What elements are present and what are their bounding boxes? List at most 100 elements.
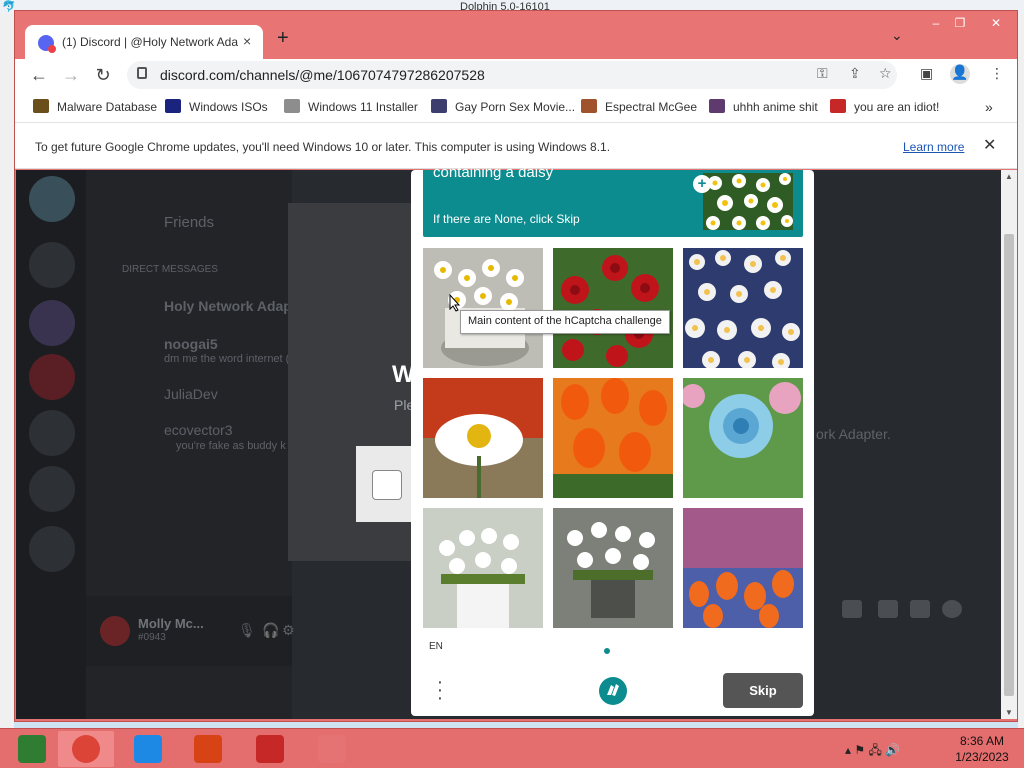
skip-button[interactable]: Skip bbox=[723, 673, 803, 708]
emoji-icon[interactable] bbox=[942, 600, 962, 618]
maximize-button[interactable]: ❐ bbox=[949, 15, 971, 31]
bookmark-item[interactable]: Windows 11 Installer bbox=[284, 99, 418, 117]
bookmarks-overflow-button[interactable]: » bbox=[985, 99, 993, 117]
server-icon[interactable] bbox=[29, 300, 75, 346]
password-key-icon[interactable]: ⚿ bbox=[817, 65, 828, 82]
profile-avatar-icon[interactable]: 👤 bbox=[950, 64, 970, 84]
infobar-message: To get future Google Chrome updates, you… bbox=[35, 140, 611, 154]
tab-close-icon[interactable]: × bbox=[243, 33, 251, 49]
dm-status: you're fake as buddy k bbox=[176, 440, 286, 452]
windows-taskbar: ▴ ⚑ 🖧 🔊 8:36 AM 1/23/2023 bbox=[0, 728, 1024, 768]
bookmark-item[interactable]: Malware Database bbox=[33, 99, 157, 117]
scroll-up-icon[interactable]: ▲ bbox=[1005, 172, 1013, 181]
url-text[interactable]: discord.com/channels/@me/106707479728620… bbox=[160, 67, 485, 83]
forward-button[interactable]: → bbox=[59, 65, 83, 86]
learn-more-link[interactable]: Learn more bbox=[903, 140, 964, 154]
hcaptcha-checkbox[interactable] bbox=[372, 470, 402, 500]
bookmark-label: Windows 11 Installer bbox=[308, 100, 418, 114]
media-player-icon bbox=[18, 735, 46, 763]
chrome-menu-icon[interactable]: ⋮ bbox=[990, 65, 1004, 82]
chrome-icon bbox=[72, 735, 100, 763]
challenge-tile-1[interactable] bbox=[423, 248, 543, 368]
bookmark-item[interactable]: Gay Porn Sex Movie... bbox=[431, 99, 575, 117]
bookmark-item[interactable]: Windows ISOs bbox=[165, 99, 268, 117]
friends-link[interactable]: Friends bbox=[164, 214, 214, 231]
gift-icon[interactable] bbox=[842, 600, 862, 618]
home-avatar[interactable] bbox=[29, 176, 75, 222]
tab-strip: – ❐ ✕ (1) Discord | @Holy Network Adapt … bbox=[15, 11, 1017, 61]
back-button[interactable]: ← bbox=[27, 65, 51, 86]
challenge-tile-2[interactable] bbox=[553, 248, 673, 368]
user-avatar[interactable] bbox=[100, 616, 130, 646]
dolphin-icon bbox=[134, 735, 162, 763]
gif-icon[interactable] bbox=[878, 600, 898, 618]
settings-gear-icon[interactable]: ⚙ bbox=[282, 622, 295, 639]
challenge-tile-6[interactable] bbox=[683, 378, 803, 498]
bookmark-label: Windows ISOs bbox=[189, 100, 268, 114]
challenge-tile-3[interactable] bbox=[683, 248, 803, 368]
side-panel-icon[interactable]: ▣ bbox=[920, 65, 933, 82]
mic-icon[interactable]: 🎙 bbox=[238, 622, 256, 639]
taskbar-clock[interactable]: 8:36 AM 1/23/2023 bbox=[940, 733, 1024, 765]
sticker-icon[interactable] bbox=[910, 600, 930, 618]
tab-discord[interactable]: (1) Discord | @Holy Network Adapt × bbox=[25, 25, 263, 61]
badge-icon bbox=[431, 99, 447, 113]
taskbar-app[interactable] bbox=[304, 731, 360, 767]
dm-name[interactable]: noogai5 bbox=[164, 336, 218, 352]
lock-icon[interactable] bbox=[137, 67, 147, 79]
challenge-tile-7[interactable] bbox=[423, 508, 543, 628]
biohazard-icon bbox=[33, 99, 49, 113]
tab-search-chevron-icon[interactable]: ⌄ bbox=[891, 27, 903, 44]
address-bar[interactable]: discord.com/channels/@me/106707479728620… bbox=[127, 61, 897, 89]
page-scrollbar[interactable]: ▲ ▼ bbox=[1001, 170, 1017, 719]
mouse-cursor-icon bbox=[449, 294, 461, 312]
challenge-tile-5[interactable] bbox=[553, 378, 673, 498]
taskbar-app[interactable] bbox=[58, 731, 114, 767]
powerpoint-icon bbox=[194, 735, 222, 763]
close-window-button[interactable]: ✕ bbox=[985, 15, 1007, 31]
bookmark-item[interactable]: uhhh anime shit bbox=[709, 99, 818, 117]
server-icon[interactable] bbox=[29, 354, 75, 400]
challenge-tile-8[interactable] bbox=[553, 508, 673, 628]
new-tab-button[interactable]: + bbox=[277, 27, 289, 50]
challenge-tile-4[interactable] bbox=[423, 378, 543, 498]
anime-icon bbox=[709, 99, 725, 113]
infobar-close-icon[interactable]: ✕ bbox=[983, 135, 996, 155]
installer-icon bbox=[284, 99, 300, 113]
scrollbar-thumb[interactable] bbox=[1004, 234, 1014, 696]
minimize-button[interactable]: – bbox=[925, 15, 947, 31]
x-icon bbox=[165, 99, 181, 113]
taskbar-app[interactable] bbox=[242, 731, 298, 767]
bookmark-label: Malware Database bbox=[57, 100, 158, 114]
dm-name[interactable]: JuliaDev bbox=[164, 386, 218, 402]
avatar-icon bbox=[581, 99, 597, 113]
server-list bbox=[16, 170, 86, 719]
headphones-icon[interactable]: 🎧 bbox=[262, 622, 279, 639]
dm-name[interactable]: Holy Network Adapt bbox=[164, 298, 297, 314]
add-server-icon[interactable] bbox=[29, 410, 75, 456]
example-image bbox=[703, 173, 793, 230]
bookmark-item[interactable]: Espectral McGee bbox=[581, 99, 697, 117]
taskbar-app[interactable] bbox=[120, 731, 176, 767]
language-selector[interactable]: EN bbox=[429, 641, 443, 652]
server-icon[interactable] bbox=[29, 242, 75, 288]
explore-servers-icon[interactable] bbox=[29, 466, 75, 512]
dm-name[interactable]: ecovector3 bbox=[164, 422, 232, 438]
bookmark-label: Gay Porn Sex Movie... bbox=[455, 100, 576, 114]
reload-button[interactable]: ↻ bbox=[91, 65, 115, 86]
system-tray-icons[interactable]: ▴ ⚑ 🖧 🔊 bbox=[845, 741, 900, 762]
bookmark-item[interactable]: you are an idiot! bbox=[830, 99, 939, 117]
taskbar-app[interactable] bbox=[4, 731, 60, 767]
download-apps-icon[interactable] bbox=[29, 526, 75, 572]
scroll-down-icon[interactable]: ▼ bbox=[1005, 708, 1013, 717]
bookmark-star-icon[interactable]: ☆ bbox=[879, 65, 892, 82]
share-icon[interactable]: ⇪ bbox=[849, 65, 861, 82]
bookmark-label: uhhh anime shit bbox=[733, 100, 818, 114]
user-tag: #0943 bbox=[138, 632, 166, 643]
captcha-menu-icon[interactable]: · · · bbox=[433, 672, 447, 708]
challenge-tile-9[interactable] bbox=[683, 508, 803, 628]
taskbar-app[interactable] bbox=[180, 731, 236, 767]
blank-icon bbox=[318, 735, 346, 763]
dm-status: dm me the word internet (r bbox=[164, 353, 293, 365]
background-window-strip bbox=[0, 14, 14, 728]
